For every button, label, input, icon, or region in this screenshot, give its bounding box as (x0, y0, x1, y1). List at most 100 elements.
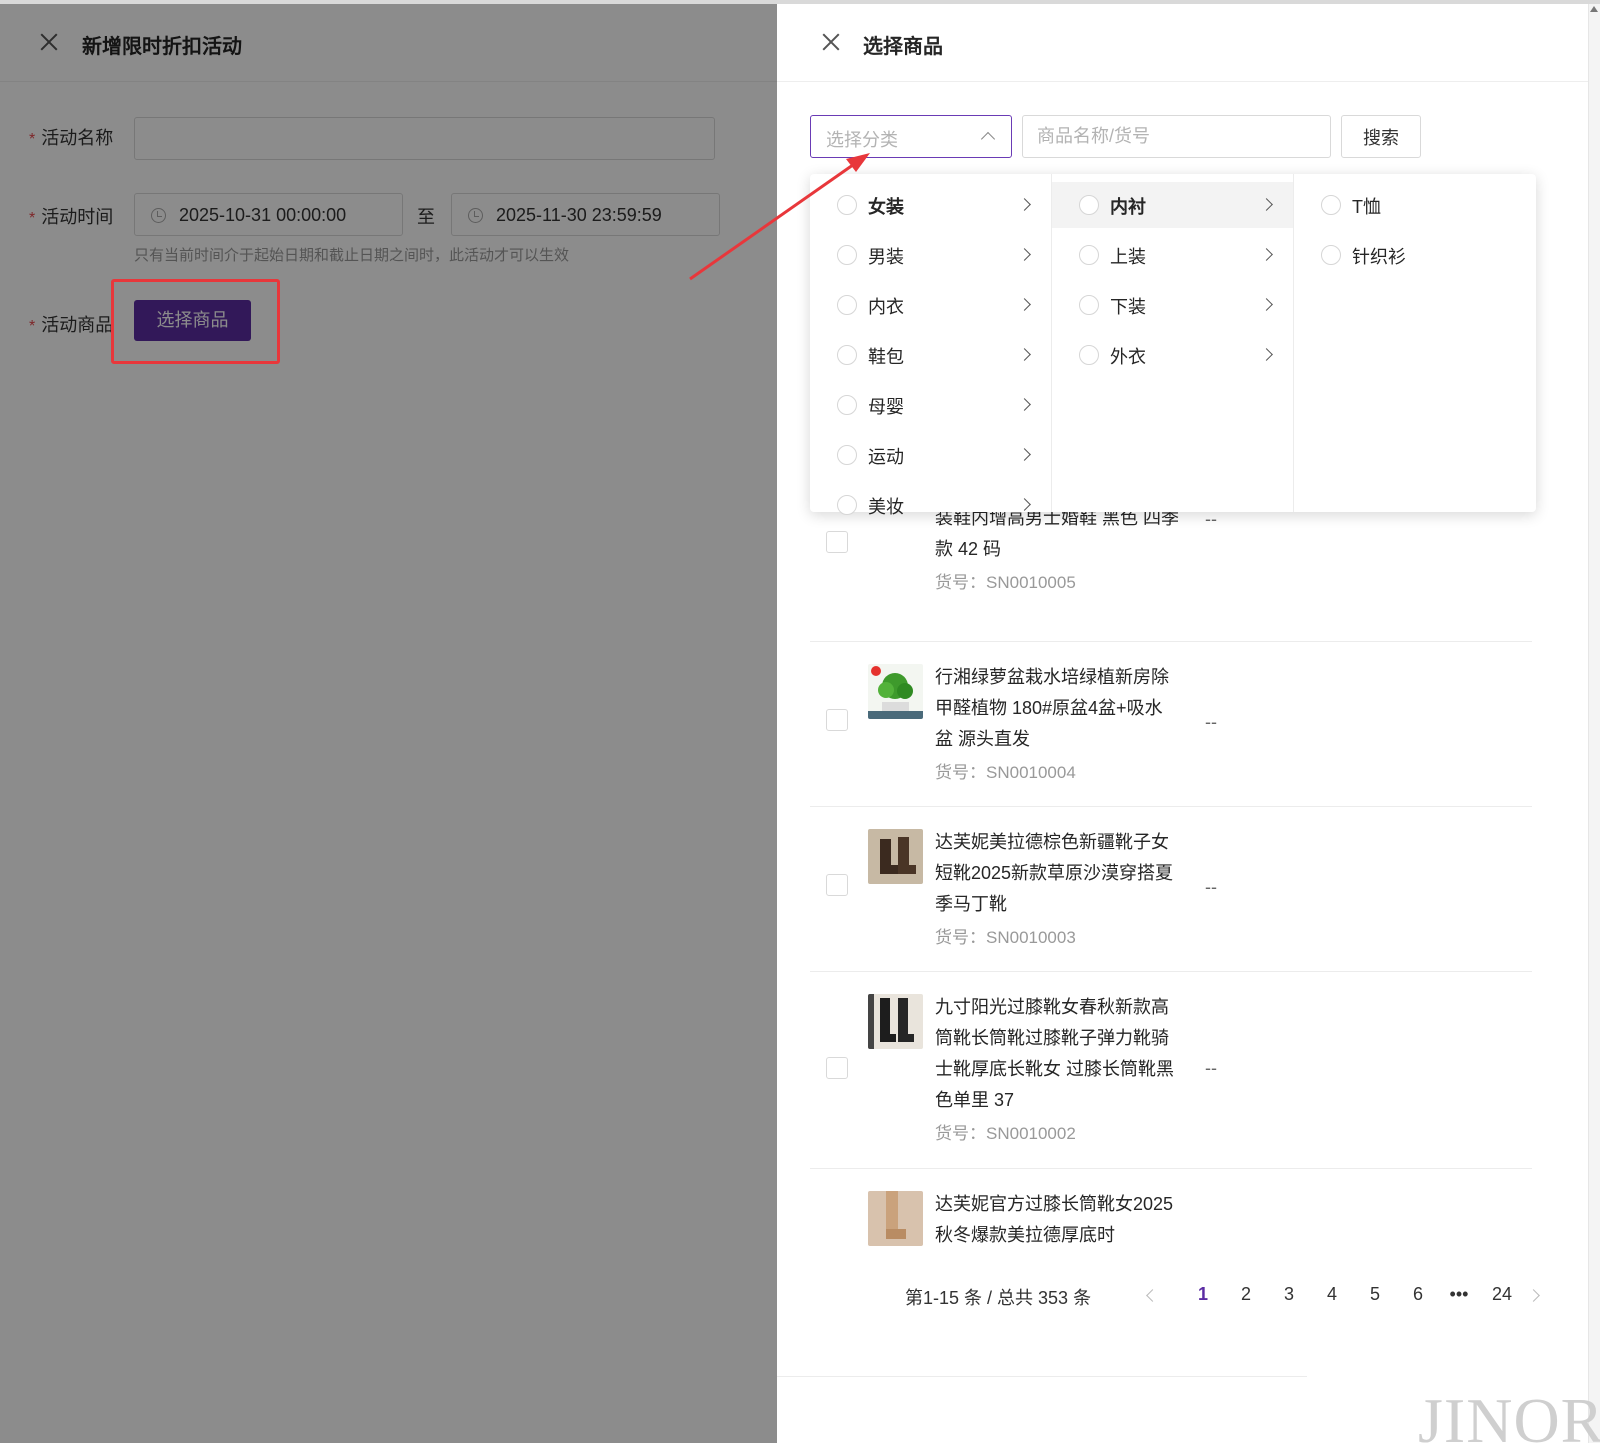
cascader-level-3: T恤 针织衫 (1294, 174, 1536, 512)
cascader-option-label: 下装 (1110, 297, 1146, 317)
product-price: -- (1205, 712, 1217, 732)
right-drawer: 选择商品 选择分类 搜索 女装 男装 内衣 鞋包 母婴 运动 美妆 内衬 上装 … (777, 0, 1600, 1443)
cascader-option[interactable]: 针织衫 (1294, 232, 1536, 278)
pagination: 第1-15 条 / 总共 353 条 1 2 3 4 5 6 ••• 24 (777, 1276, 1600, 1316)
product-sku: 货号：SN0010004 (935, 763, 1076, 782)
product-row[interactable]: 达芙妮美拉德棕色新疆靴子女短靴2025新款草原沙漠穿搭夏季马丁靴 货号：SN00… (810, 807, 1532, 972)
product-sku: 货号：SN0010003 (935, 928, 1076, 947)
product-search-input[interactable] (1022, 115, 1331, 158)
chevron-right-icon (1018, 248, 1031, 261)
radio-icon[interactable] (1079, 295, 1099, 315)
page-3[interactable]: 3 (1274, 1284, 1304, 1305)
radio-icon[interactable] (1321, 245, 1341, 265)
chevron-right-icon (1018, 348, 1031, 361)
cascader-option-label: 男装 (868, 247, 904, 267)
product-thumbnail-long-boots (868, 1191, 923, 1246)
cascader-option[interactable]: 运动 (810, 432, 1051, 478)
cascader-option-label: 女装 (868, 197, 904, 217)
chevron-right-icon (1260, 248, 1273, 261)
cascader-option[interactable]: 内衬 (1052, 182, 1293, 228)
cascader-option-label: 鞋包 (868, 347, 904, 367)
cascader-option-label: 内衣 (868, 297, 904, 317)
radio-icon[interactable] (1079, 245, 1099, 265)
cascader-option[interactable]: 上装 (1052, 232, 1293, 278)
cascader-level-2: 内衬 上装 下装 外衣 (1052, 174, 1294, 512)
product-price: -- (1205, 877, 1217, 897)
product-thumbnail-knee-boots (868, 994, 923, 1049)
cascader-option[interactable]: 母婴 (810, 382, 1051, 428)
category-select[interactable]: 选择分类 (810, 115, 1012, 158)
modal-overlay[interactable] (0, 0, 777, 1443)
row-checkbox[interactable] (826, 1057, 848, 1079)
row-checkbox[interactable] (826, 531, 848, 553)
cascader-option[interactable]: 男装 (810, 232, 1051, 278)
product-thumbnail-plant (868, 664, 923, 719)
chevron-right-icon (1018, 448, 1031, 461)
window-top-border (0, 0, 1600, 4)
product-list: 装鞋内增高男士婚鞋 黑色 四季款 42 码 货号：SN0010005 -- 行湘… (810, 512, 1532, 1252)
chevron-up-icon (980, 131, 996, 147)
page-4[interactable]: 4 (1317, 1284, 1347, 1305)
cascader-option[interactable]: 内衣 (810, 282, 1051, 328)
cascader-option-label: 母婴 (868, 397, 904, 417)
search-button[interactable]: 搜索 (1341, 115, 1421, 158)
product-row[interactable]: 九寸阳光过膝靴女春秋新款高筒靴长筒靴过膝靴子弹力靴骑士靴厚底长靴女 过膝长筒靴黑… (810, 972, 1532, 1169)
radio-icon[interactable] (837, 395, 857, 415)
chevron-right-icon (1018, 498, 1031, 511)
page-5[interactable]: 5 (1360, 1284, 1390, 1305)
radio-icon[interactable] (837, 345, 857, 365)
left-drawer: 新增限时折扣活动 * 活动名称 * 活动时间 2025-10-31 00:00:00… (0, 0, 777, 1443)
radio-icon[interactable] (837, 445, 857, 465)
cascader-option[interactable]: 美妆 (810, 482, 1051, 528)
product-name: 九寸阳光过膝靴女春秋新款高筒靴长筒靴过膝靴子弹力靴骑士靴厚底长靴女 过膝长筒靴黑… (935, 997, 1174, 1110)
radio-icon[interactable] (837, 245, 857, 265)
radio-icon[interactable] (1321, 195, 1341, 215)
cascader-option[interactable]: 外衣 (1052, 332, 1293, 378)
right-drawer-header: 选择商品 (777, 0, 1600, 82)
page-24[interactable]: 24 (1487, 1284, 1517, 1305)
product-price: -- (1205, 1058, 1217, 1078)
category-select-placeholder: 选择分类 (826, 130, 898, 150)
product-row[interactable]: 达芙妮官方过膝长筒靴女2025秋冬爆款美拉德厚底时 (810, 1169, 1532, 1252)
product-name: 行湘绿萝盆栽水培绿植新房除甲醛植物 180#原盆4盆+吸水盆 源头直发 (935, 667, 1169, 749)
page-ellipsis[interactable]: ••• (1444, 1284, 1474, 1305)
annotation-highlight-box (111, 279, 280, 364)
product-thumbnail-boots (868, 829, 923, 884)
cascader-option-label: 美妆 (868, 497, 904, 517)
chevron-right-icon[interactable] (1527, 1289, 1540, 1302)
cascader-option[interactable]: 下装 (1052, 282, 1293, 328)
radio-icon[interactable] (837, 295, 857, 315)
chevron-right-icon (1018, 198, 1031, 211)
radio-icon[interactable] (837, 195, 857, 215)
scroll-up-arrow-icon[interactable] (1590, 6, 1598, 12)
product-row[interactable]: 装鞋内增高男士婚鞋 黑色 四季款 42 码 货号：SN0010005 -- (810, 512, 1532, 642)
right-drawer-title: 选择商品 (863, 36, 943, 58)
scrollbar[interactable] (1588, 0, 1600, 1443)
cascader-option-label: 针织衫 (1352, 247, 1406, 267)
page-1[interactable]: 1 (1188, 1284, 1218, 1305)
cascader-option[interactable]: T恤 (1294, 182, 1536, 228)
radio-icon[interactable] (837, 495, 857, 515)
product-sku: 货号：SN0010005 (935, 573, 1076, 592)
radio-icon[interactable] (1079, 345, 1099, 365)
chevron-right-icon (1260, 348, 1273, 361)
cascader-option[interactable]: 女装 (810, 182, 1051, 228)
cascader-option-label: 外衣 (1110, 347, 1146, 367)
page-2[interactable]: 2 (1231, 1284, 1261, 1305)
footer-divider (777, 1376, 1307, 1377)
chevron-right-icon (1260, 298, 1273, 311)
row-checkbox[interactable] (826, 874, 848, 896)
close-icon[interactable] (820, 31, 842, 53)
product-name: 达芙妮美拉德棕色新疆靴子女短靴2025新款草原沙漠穿搭夏季马丁靴 (935, 832, 1174, 914)
row-checkbox[interactable] (826, 709, 848, 731)
chevron-right-icon (1018, 398, 1031, 411)
chevron-right-icon (1018, 298, 1031, 311)
page-6[interactable]: 6 (1403, 1284, 1433, 1305)
radio-icon[interactable] (1079, 195, 1099, 215)
product-sku: 货号：SN0010002 (935, 1124, 1076, 1143)
pagination-total: 第1-15 条 / 总共 353 条 (905, 1288, 1092, 1308)
cascader-option[interactable]: 鞋包 (810, 332, 1051, 378)
cascader-level-1: 女装 男装 内衣 鞋包 母婴 运动 美妆 (810, 174, 1052, 517)
product-row[interactable]: 行湘绿萝盆栽水培绿植新房除甲醛植物 180#原盆4盆+吸水盆 源头直发 货号：S… (810, 642, 1532, 807)
chevron-left-icon[interactable] (1146, 1289, 1159, 1302)
